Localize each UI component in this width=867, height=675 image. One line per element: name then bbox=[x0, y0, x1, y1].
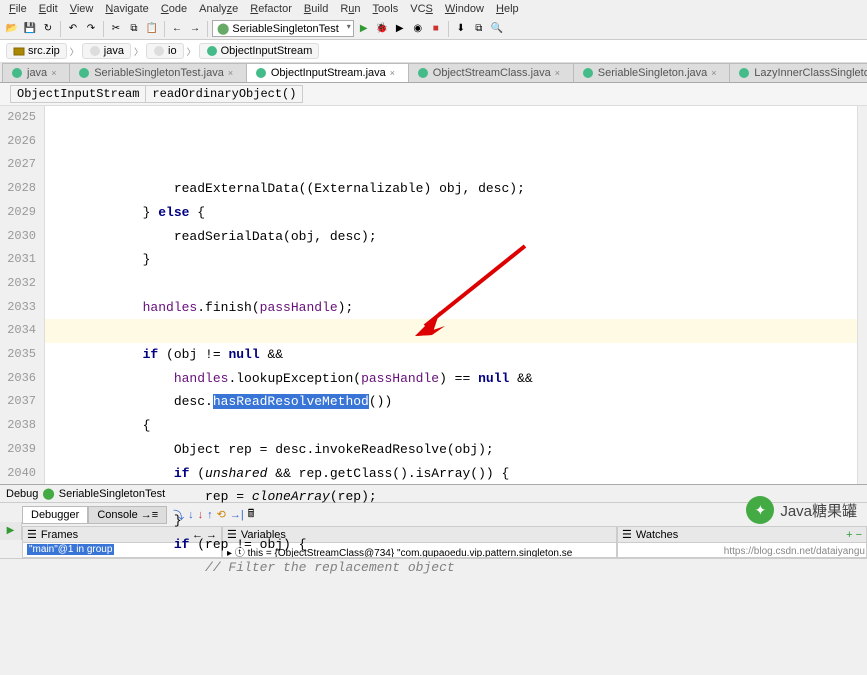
debug-left-gutter: ▶ bbox=[0, 522, 22, 540]
chevron-right-icon: 〉 bbox=[69, 45, 80, 58]
editor-tab[interactable]: ObjectInputStream.java× bbox=[246, 63, 409, 82]
menu-analyze[interactable]: Analyze bbox=[194, 2, 243, 16]
menu-tools[interactable]: Tools bbox=[368, 2, 404, 16]
menu-file[interactable]: File bbox=[4, 2, 32, 16]
rerun-icon[interactable]: ▶ bbox=[0, 522, 21, 540]
vcs-icon[interactable]: ⬇ bbox=[453, 21, 469, 37]
menu-window[interactable]: Window bbox=[440, 2, 489, 16]
menu-navigate[interactable]: Navigate bbox=[100, 2, 153, 16]
paste-icon[interactable]: 📋 bbox=[144, 21, 160, 37]
chevron-right-icon: 〉 bbox=[133, 45, 144, 58]
run-config-combo[interactable]: ⬤ SeriableSingletonTest bbox=[212, 20, 354, 37]
editor-tabs: java×SeriableSingletonTest.java×ObjectIn… bbox=[0, 63, 867, 83]
menu-help[interactable]: Help bbox=[491, 2, 524, 16]
wechat-icon: ✦ bbox=[746, 496, 774, 524]
code-area[interactable]: readExternalData((Externalizable) obj, d… bbox=[45, 106, 867, 506]
back-icon[interactable]: ← bbox=[169, 21, 185, 37]
menu-code[interactable]: Code bbox=[156, 2, 192, 16]
crumb-class[interactable]: ObjectInputStream bbox=[10, 85, 145, 103]
watermark-text: Java糖果罐 bbox=[780, 500, 857, 521]
search-icon[interactable]: 🔍 bbox=[489, 21, 505, 37]
menu-build[interactable]: Build bbox=[299, 2, 333, 16]
editor-tab[interactable]: java× bbox=[2, 63, 70, 82]
run-icon[interactable]: ▶ bbox=[356, 21, 372, 37]
structure-icon[interactable]: ⧉ bbox=[471, 21, 487, 37]
bc-class[interactable]: ObjectInputStream bbox=[199, 43, 320, 59]
editor-tab[interactable]: LazyInnerClassSingletonTest.java× bbox=[729, 63, 867, 82]
menu-view[interactable]: View bbox=[65, 2, 99, 16]
open-icon[interactable]: 📂 bbox=[4, 21, 20, 37]
menu-vcs[interactable]: VCS bbox=[405, 2, 438, 16]
watermark: ✦ Java糖果罐 bbox=[746, 496, 857, 524]
bc-java[interactable]: java bbox=[82, 43, 131, 59]
member-breadcrumb: ObjectInputStreamreadOrdinaryObject() bbox=[0, 83, 867, 106]
close-icon[interactable]: × bbox=[555, 68, 565, 78]
forward-icon[interactable]: → bbox=[187, 21, 203, 37]
line-gutter: 2025202620272028202920302031203220332034… bbox=[0, 106, 45, 506]
selected-text: hasReadResolveMethod bbox=[213, 394, 369, 409]
redo-icon[interactable]: ↷ bbox=[83, 21, 99, 37]
copy-icon[interactable]: ⧉ bbox=[126, 21, 142, 37]
editor[interactable]: 2025202620272028202920302031203220332034… bbox=[0, 106, 867, 506]
close-icon[interactable]: × bbox=[228, 68, 238, 78]
code-content: readExternalData((Externalizable) obj, d… bbox=[49, 177, 867, 580]
stop-icon[interactable]: ■ bbox=[428, 21, 444, 37]
main-toolbar: 📂 💾 ↻ ↶ ↷ ✂ ⧉ 📋 ← → ⬤ SeriableSingletonT… bbox=[0, 18, 867, 40]
profile-icon[interactable]: ◉ bbox=[410, 21, 426, 37]
menu-refactor[interactable]: Refactor bbox=[245, 2, 297, 16]
cut-icon[interactable]: ✂ bbox=[108, 21, 124, 37]
editor-tab[interactable]: SeriableSingletonTest.java× bbox=[69, 63, 247, 82]
close-icon[interactable]: × bbox=[390, 68, 400, 78]
editor-tab[interactable]: ObjectStreamClass.java× bbox=[408, 63, 574, 82]
save-icon[interactable]: 💾 bbox=[22, 21, 38, 37]
bc-io[interactable]: io bbox=[146, 43, 184, 59]
editor-tab[interactable]: SeriableSingleton.java× bbox=[573, 63, 730, 82]
coverage-icon[interactable]: ▶ bbox=[392, 21, 408, 37]
close-icon[interactable]: × bbox=[51, 68, 61, 78]
crumb-method[interactable]: readOrdinaryObject() bbox=[145, 85, 303, 103]
nav-breadcrumb: src.zip 〉 java 〉 io 〉 ObjectInputStream bbox=[0, 40, 867, 63]
menu-run[interactable]: Run bbox=[335, 2, 365, 16]
debug-title: Debug bbox=[6, 488, 38, 500]
menu-bar: File Edit View Navigate Code Analyze Ref… bbox=[0, 0, 867, 18]
debug-icon[interactable]: 🐞 bbox=[374, 21, 390, 37]
menu-edit[interactable]: Edit bbox=[34, 2, 63, 16]
undo-icon[interactable]: ↶ bbox=[65, 21, 81, 37]
bc-src[interactable]: src.zip bbox=[6, 43, 67, 59]
chevron-right-icon: 〉 bbox=[186, 45, 197, 58]
refresh-icon[interactable]: ↻ bbox=[40, 21, 56, 37]
close-icon[interactable]: × bbox=[711, 68, 721, 78]
watermark-url: https://blog.csdn.net/dataiyangu bbox=[724, 546, 865, 557]
